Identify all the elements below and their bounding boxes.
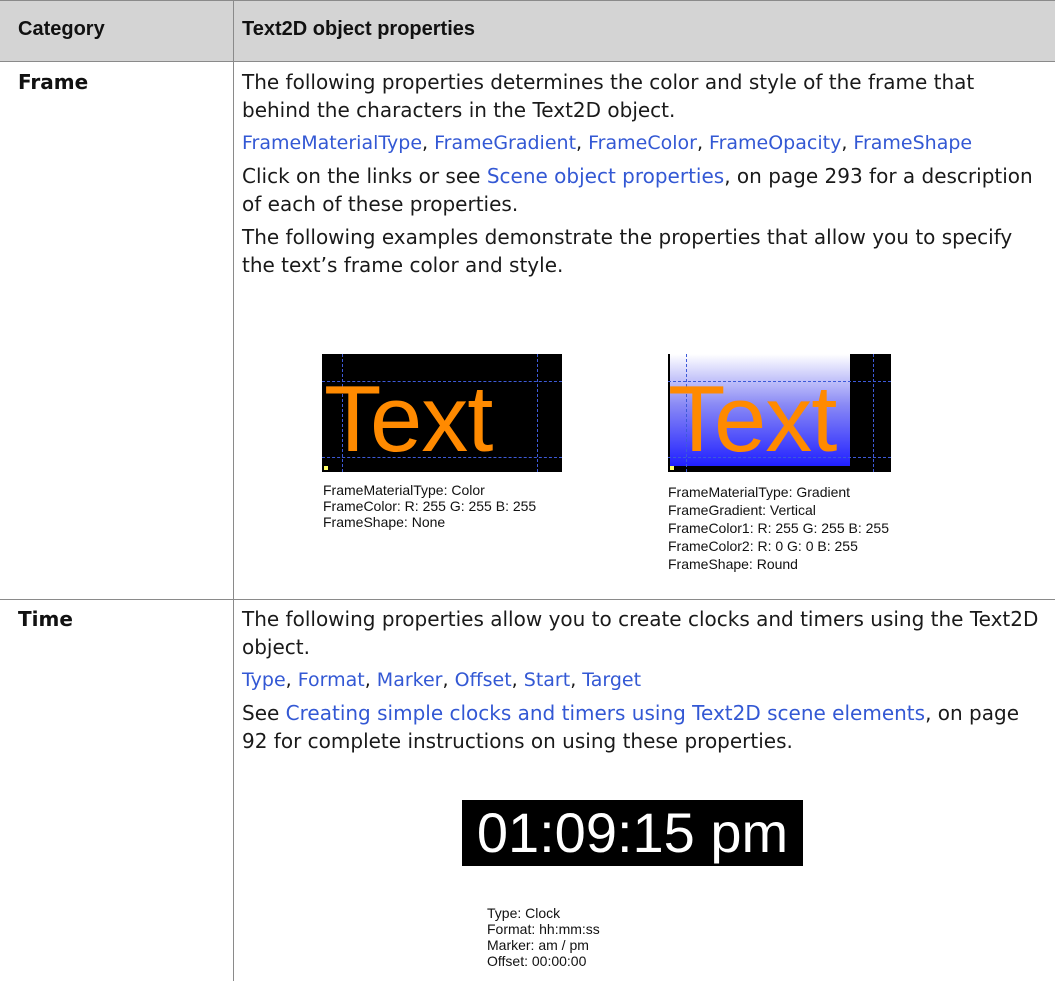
time-property-links: Type, Format, Marker, Offset, Start, Tar…	[242, 669, 642, 691]
caption-line: FrameShape: None	[323, 514, 446, 530]
clock-example-image: 01:09:15 pm	[462, 800, 803, 866]
example-gradient-caption: FrameMaterialType: Gradient FrameGradien…	[668, 483, 889, 573]
header-properties: Text2D object properties	[242, 18, 476, 40]
frame-intro: The following properties determines the …	[242, 70, 975, 122]
row-separator	[0, 599, 1055, 600]
link-scene-object-properties[interactable]: Scene object properties	[487, 164, 724, 188]
link-framegradient[interactable]: FrameGradient	[434, 132, 576, 154]
link-frameopacity[interactable]: FrameOpacity	[709, 132, 841, 154]
example-color-caption: FrameMaterialType: Color FrameColor: R: …	[323, 482, 536, 530]
caption-line: Offset: 00:00:00	[487, 953, 587, 969]
table-header: Category Text2D object properties	[0, 0, 1055, 62]
anchor-marker	[324, 466, 328, 470]
frame-row-divider	[233, 62, 234, 600]
properties-table: Category Text2D object properties Frame …	[0, 0, 1055, 981]
caption-line: FrameGradient: Vertical	[668, 502, 816, 518]
link-target[interactable]: Target	[582, 669, 641, 691]
frame-see-prefix: Click on the links or see	[242, 164, 487, 188]
caption-line: FrameColor: R: 255 G: 255 B: 255	[323, 498, 537, 514]
example-color-frame-image: Text	[322, 354, 562, 472]
clock-example-caption: Type: Clock Format: hh:mm:ss Marker: am …	[487, 905, 600, 969]
caption-line: Format: hh:mm:ss	[487, 921, 600, 937]
frame-description: The following properties determines the …	[242, 68, 1042, 284]
link-framecolor[interactable]: FrameColor	[588, 132, 697, 154]
time-intro: The following properties allow you to cr…	[242, 607, 1039, 659]
example-text-glyphs: Text	[668, 366, 837, 471]
example-gradient-frame-image: Text	[668, 354, 891, 472]
time-see-also: See Creating simple clocks and timers us…	[242, 699, 1042, 755]
category-frame: Frame	[18, 70, 89, 94]
caption-line: Type: Clock	[487, 905, 561, 921]
example-text-glyphs: Text	[324, 366, 493, 471]
caption-line: FrameMaterialType: Color	[323, 482, 485, 498]
anchor-marker	[670, 466, 674, 470]
guide-line	[873, 354, 874, 472]
link-format[interactable]: Format	[298, 669, 365, 691]
frame-property-links: FrameMaterialType, FrameGradient, FrameC…	[242, 132, 973, 154]
guide-line	[537, 354, 538, 472]
link-offset[interactable]: Offset	[455, 669, 512, 691]
caption-line: FrameColor2: R: 0 G: 0 B: 255	[668, 538, 858, 554]
caption-line: FrameColor1: R: 255 G: 255 B: 255	[668, 520, 889, 536]
caption-line: FrameMaterialType: Gradient	[668, 484, 851, 500]
caption-line: FrameShape: Round	[668, 556, 798, 572]
time-see-prefix: See	[242, 701, 286, 725]
time-row-divider	[233, 600, 234, 981]
link-type[interactable]: Type	[242, 669, 286, 691]
link-framematerialtype[interactable]: FrameMaterialType	[242, 132, 422, 154]
link-marker[interactable]: Marker	[377, 669, 443, 691]
header-category: Category	[18, 18, 105, 40]
header-divider	[233, 0, 234, 62]
caption-line: Marker: am / pm	[487, 937, 589, 953]
frame-examples-text: The following examples demonstrate the p…	[242, 225, 1013, 277]
frame-see-also: Click on the links or see Scene object p…	[242, 162, 1042, 218]
link-start[interactable]: Start	[524, 669, 570, 691]
category-time: Time	[18, 607, 73, 631]
link-creating-clocks-timers[interactable]: Creating simple clocks and timers using …	[286, 701, 925, 725]
link-frameshape[interactable]: FrameShape	[853, 132, 972, 154]
time-description: The following properties allow you to cr…	[242, 605, 1042, 760]
